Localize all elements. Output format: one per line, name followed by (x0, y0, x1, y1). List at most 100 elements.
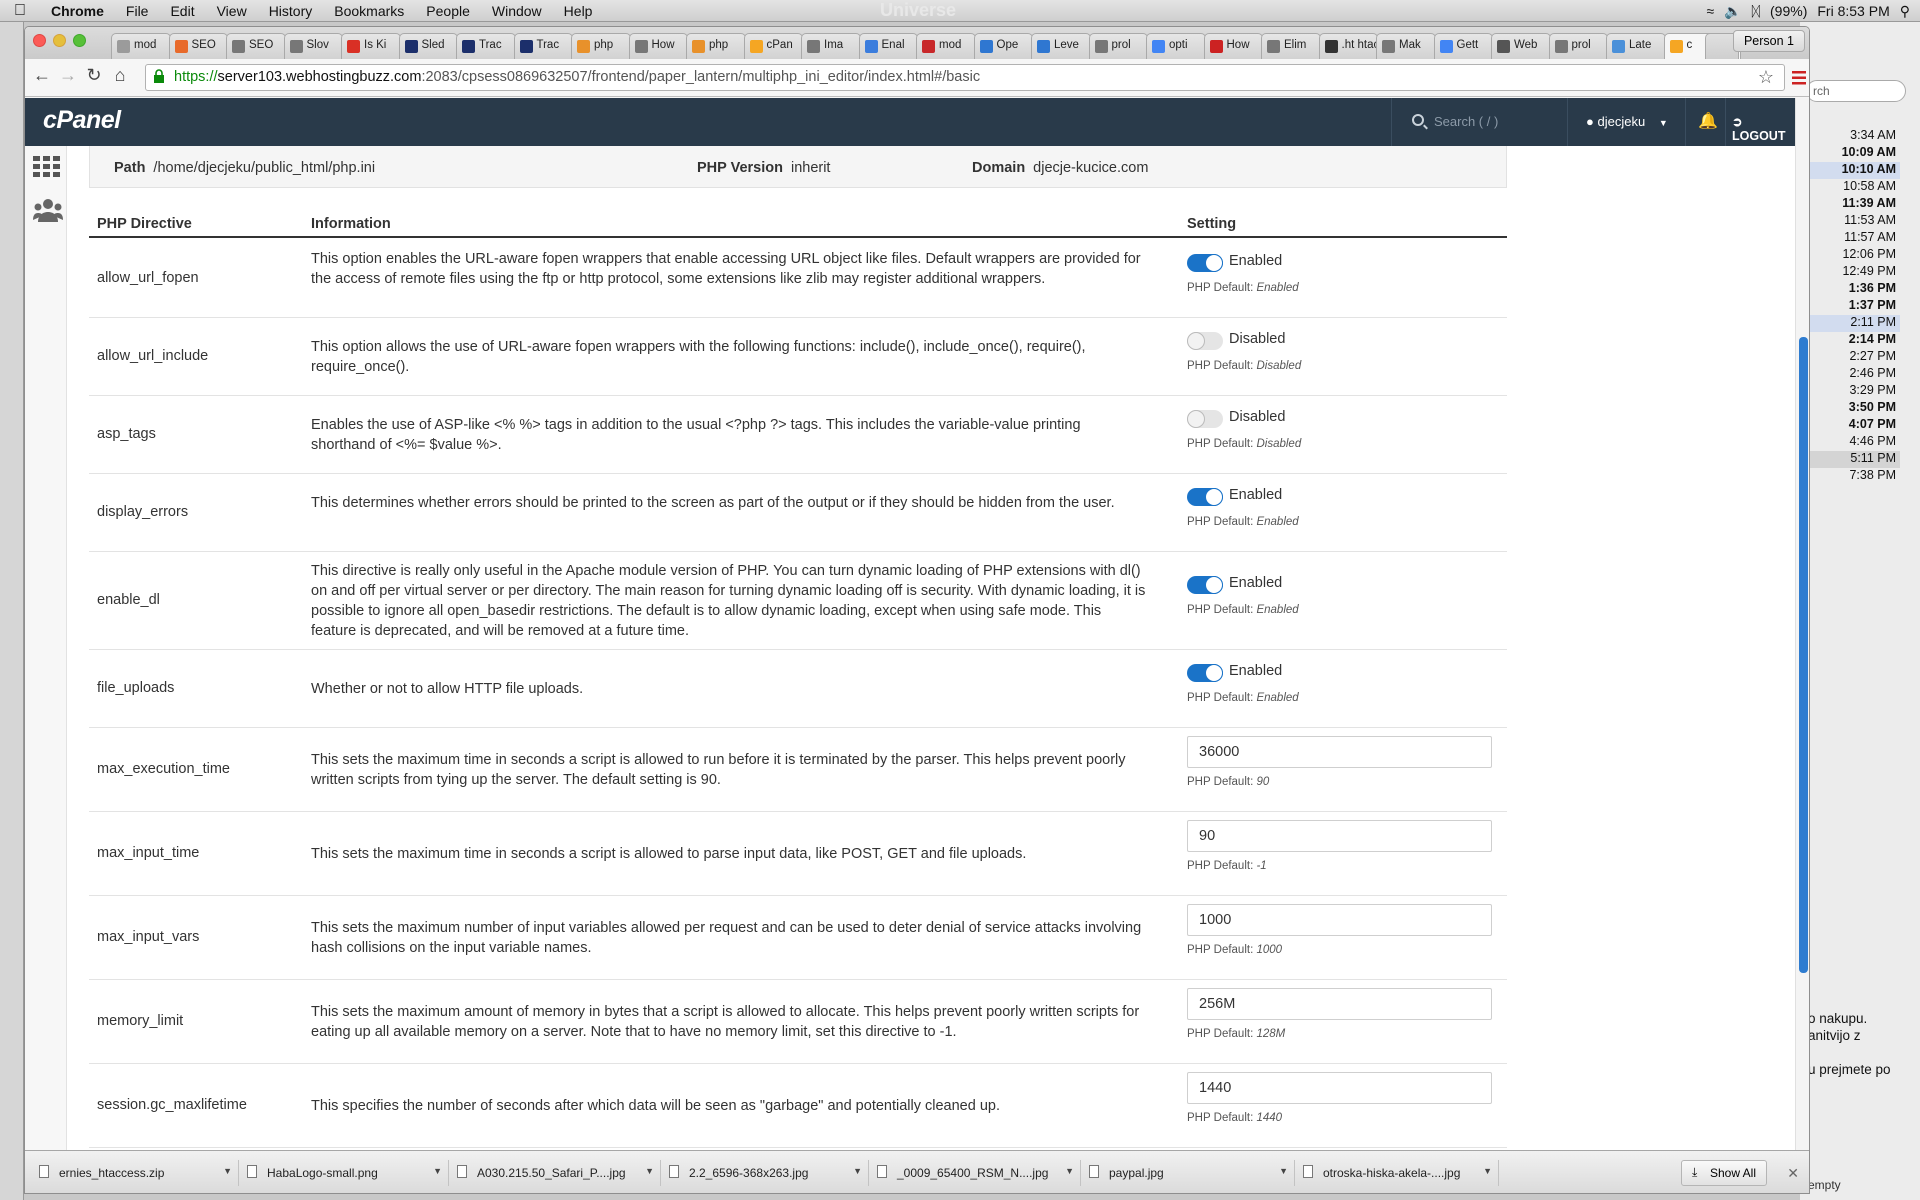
cpanel-logo[interactable]: cPanel (43, 106, 121, 135)
scrollbar-thumb[interactable] (1799, 337, 1808, 973)
browser-tab[interactable]: Leve (1031, 33, 1091, 59)
browser-tab[interactable]: How (628, 33, 688, 59)
asp_tags-toggle[interactable] (1187, 410, 1223, 428)
browser-tab[interactable]: Slov (283, 33, 343, 59)
bluetooth-icon[interactable]: ᛞ (1752, 3, 1760, 19)
download-menu-arrow-icon[interactable]: ▼ (853, 1166, 862, 1176)
chrome-menu-icon[interactable] (1791, 69, 1807, 87)
allow_url_include-toggle[interactable] (1187, 332, 1223, 350)
enable_dl-toggle[interactable] (1187, 576, 1223, 594)
browser-tab[interactable]: cPan (743, 33, 803, 59)
menu-item[interactable]: Window (481, 3, 553, 19)
notifications-button[interactable]: 🔔 (1685, 98, 1725, 146)
battery-text[interactable]: (99%) (1770, 3, 1807, 19)
browser-tab[interactable]: How (1203, 33, 1263, 59)
volume-icon[interactable]: 🔈 (1724, 3, 1741, 20)
browser-tab[interactable]: Is Ki (341, 33, 401, 59)
display_errors-toggle[interactable] (1187, 488, 1223, 506)
browser-tab[interactable]: SEO (226, 33, 286, 59)
toggle-state-label: Disabled (1229, 409, 1286, 425)
browser-tab[interactable]: php (571, 33, 631, 59)
max_input_time-input[interactable]: 90 (1187, 820, 1492, 852)
users-icon[interactable] (33, 198, 63, 224)
clock[interactable]: Fri 8:53 PM (1817, 3, 1889, 19)
session.gc_maxlifetime-input[interactable]: 1440 (1187, 1072, 1492, 1104)
download-menu-arrow-icon[interactable]: ▼ (433, 1166, 442, 1176)
file_uploads-toggle[interactable] (1187, 664, 1223, 682)
download-item[interactable]: HabaLogo-small.png ▼ (239, 1160, 449, 1186)
download-item[interactable]: _0009_65400_RSM_N....jpg ▼ (869, 1160, 1081, 1186)
close-downloads-icon[interactable]: ✕ (1787, 1165, 1799, 1182)
browser-tab[interactable]: Web (1491, 33, 1551, 59)
download-item[interactable]: ernies_htaccess.zip ▼ (31, 1160, 239, 1186)
domain-value: djecje-kucice.com (1033, 160, 1149, 176)
download-menu-arrow-icon[interactable]: ▼ (1065, 1166, 1074, 1176)
browser-tab[interactable]: Elim (1261, 33, 1321, 59)
logout-button[interactable]: ➲ LOGOUT (1725, 98, 1795, 146)
wifi-icon[interactable]: ≈ (1706, 3, 1714, 19)
download-item[interactable]: A030.215.50_Safari_P....jpg ▼ (449, 1160, 661, 1186)
bookmark-star-icon[interactable]: ☆ (1758, 67, 1774, 88)
cpanel-search-input[interactable]: Search ( / ) (1391, 98, 1567, 146)
background-time-item: 4:46 PM (1849, 434, 1896, 448)
download-item[interactable]: 2.2_6596-368x263.jpg ▼ (661, 1160, 869, 1186)
menu-app-name[interactable]: Chrome (40, 3, 115, 19)
directive-info: This sets the maximum time in seconds a … (311, 846, 1027, 862)
directive-name: file_uploads (97, 680, 175, 696)
browser-tab[interactable]: Sled (398, 33, 458, 59)
browser-tab[interactable]: mod (111, 33, 171, 59)
menu-item[interactable]: Bookmarks (323, 3, 415, 19)
forward-icon[interactable]: → (57, 65, 79, 86)
browser-tab[interactable]: Ima (801, 33, 861, 59)
browser-tab[interactable]: Ope (973, 33, 1033, 59)
browser-tab[interactable]: Late (1606, 33, 1666, 59)
apps-grid-icon[interactable] (33, 156, 61, 178)
browser-tab[interactable]: SEO (168, 33, 228, 59)
allow_url_fopen-toggle[interactable] (1187, 254, 1223, 272)
close-window-button[interactable] (33, 34, 46, 47)
browser-tab[interactable]: mod (916, 33, 976, 59)
file-icon (669, 1165, 679, 1178)
browser-tab[interactable]: Trac (456, 33, 516, 59)
browser-tab[interactable]: prol (1548, 33, 1608, 59)
tab-title: php (709, 39, 729, 51)
download-menu-arrow-icon[interactable]: ▼ (223, 1166, 232, 1176)
browser-tab[interactable]: Gett (1433, 33, 1493, 59)
menu-item[interactable]: Help (553, 3, 604, 19)
browser-tab[interactable]: Trac (513, 33, 573, 59)
back-icon[interactable]: ← (31, 65, 53, 86)
menu-item[interactable]: People (415, 3, 481, 19)
zoom-window-button[interactable] (73, 34, 86, 47)
apple-icon[interactable]:  (0, 2, 40, 20)
memory_limit-input[interactable]: 256M (1187, 988, 1492, 1020)
max_input_vars-input[interactable]: 1000 (1187, 904, 1492, 936)
background-snippet-line (1808, 1044, 1918, 1061)
browser-tab[interactable]: Enal (858, 33, 918, 59)
browser-tab[interactable]: prol (1088, 33, 1148, 59)
home-icon[interactable]: ⌂ (109, 65, 131, 86)
browser-tab[interactable]: opti (1146, 33, 1206, 59)
toggle-knob (1187, 332, 1205, 350)
max_execution_time-input[interactable]: 36000 (1187, 736, 1492, 768)
menu-item[interactable]: View (206, 3, 258, 19)
download-item[interactable]: otroska-hiska-akela-....jpg ▼ (1295, 1160, 1499, 1186)
download-menu-arrow-icon[interactable]: ▼ (1483, 1166, 1492, 1176)
menu-item[interactable]: File (115, 3, 160, 19)
menu-item[interactable]: Edit (159, 3, 205, 19)
spotlight-icon[interactable]: ⚲ (1900, 3, 1910, 20)
user-menu-button[interactable]: ● djecjeku ▼ (1567, 98, 1685, 146)
show-all-downloads-button[interactable]: ⤓ Show All (1680, 1160, 1767, 1186)
menu-item[interactable]: History (258, 3, 324, 19)
address-bar[interactable]: https://server103.webhostingbuzz.com:208… (145, 64, 1785, 91)
directive-row: allow_url_fopen This option enables the U… (89, 240, 1507, 318)
download-menu-arrow-icon[interactable]: ▼ (645, 1166, 654, 1176)
download-item[interactable]: paypal.jpg ▼ (1081, 1160, 1295, 1186)
reload-icon[interactable]: ↻ (83, 65, 105, 86)
browser-tab[interactable]: .ht htac (1318, 33, 1378, 59)
browser-tab[interactable]: php (686, 33, 746, 59)
php-default-value: 1000 (1256, 944, 1283, 956)
profile-button[interactable]: Person 1 (1732, 30, 1805, 52)
download-menu-arrow-icon[interactable]: ▼ (1279, 1166, 1288, 1176)
minimize-window-button[interactable] (53, 34, 66, 47)
browser-tab[interactable]: Mak (1376, 33, 1436, 59)
